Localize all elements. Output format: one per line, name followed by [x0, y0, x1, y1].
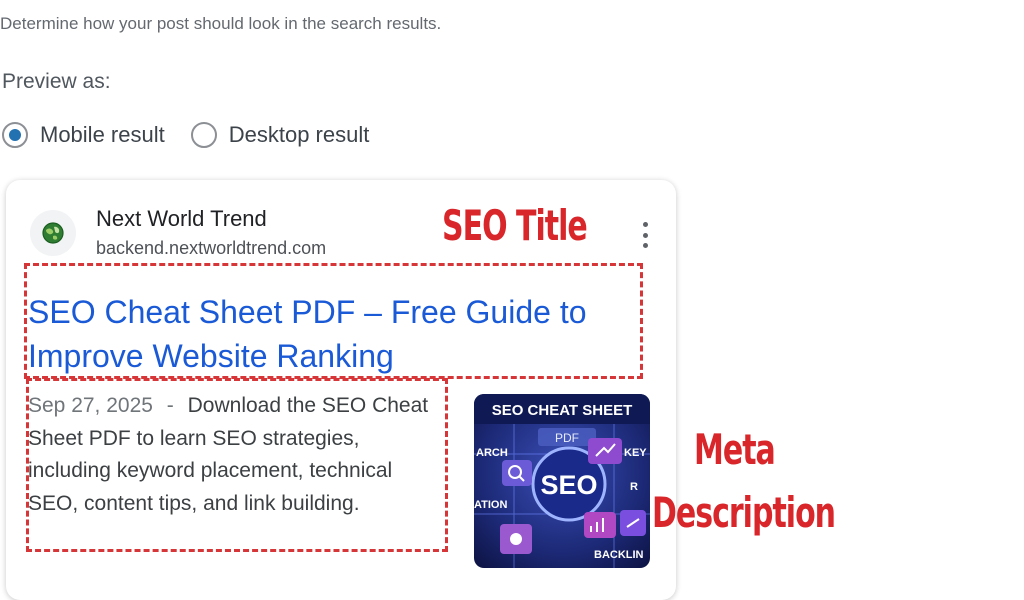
date-separator: - [166, 394, 174, 417]
seo-cheat-sheet-image: SEO CHEAT SHEET PDF SEO ARCH KEY ATION R… [474, 394, 650, 568]
radio-checked-icon[interactable] [2, 122, 28, 148]
preview-mode-radio-group: Mobile result Desktop result [0, 118, 369, 152]
thumb-word-1: ARCH [476, 447, 508, 459]
preview-as-label: Preview as: [2, 70, 111, 93]
thumb-word-5: BACKLIN [594, 549, 644, 561]
desktop-result-label[interactable]: Desktop result [229, 122, 370, 148]
site-name: Next World Trend [96, 206, 267, 231]
mobile-result-label[interactable]: Mobile result [40, 122, 165, 148]
thumb-sub: PDF [555, 431, 579, 445]
radio-unchecked-icon[interactable] [190, 122, 217, 148]
site-url: backend.nextworldtrend.com [96, 238, 327, 258]
result-thumbnail: SEO CHEAT SHEET PDF SEO ARCH KEY ATION R… [474, 394, 650, 568]
mobile-result-radio[interactable]: Mobile result [2, 122, 165, 148]
more-options-icon[interactable] [636, 222, 654, 248]
intro-text: Determine how your post should look in t… [0, 14, 442, 33]
seo-title-link[interactable]: SEO Cheat Sheet PDF – Free Guide to Impr… [28, 290, 638, 378]
meta-annotation-line2: Description [652, 489, 836, 538]
meta-annotation-line1: Meta [694, 426, 776, 475]
result-date: Sep 27, 2025 [28, 394, 153, 417]
meta-description: Sep 27, 2025 - Download the SEO Cheat Sh… [28, 390, 448, 520]
thumb-word-2: KEY [624, 447, 647, 459]
thumb-word-4: R [630, 481, 638, 493]
desktop-result-radio[interactable]: Desktop result [190, 122, 370, 148]
thumb-center: SEO [540, 470, 597, 500]
thumb-heading: SEO CHEAT SHEET [492, 402, 633, 419]
thumb-word-3: ATION [474, 499, 507, 511]
seo-title-annotation: SEO Title [442, 202, 588, 251]
globe-logo-icon [42, 222, 64, 244]
site-favicon [30, 210, 76, 256]
